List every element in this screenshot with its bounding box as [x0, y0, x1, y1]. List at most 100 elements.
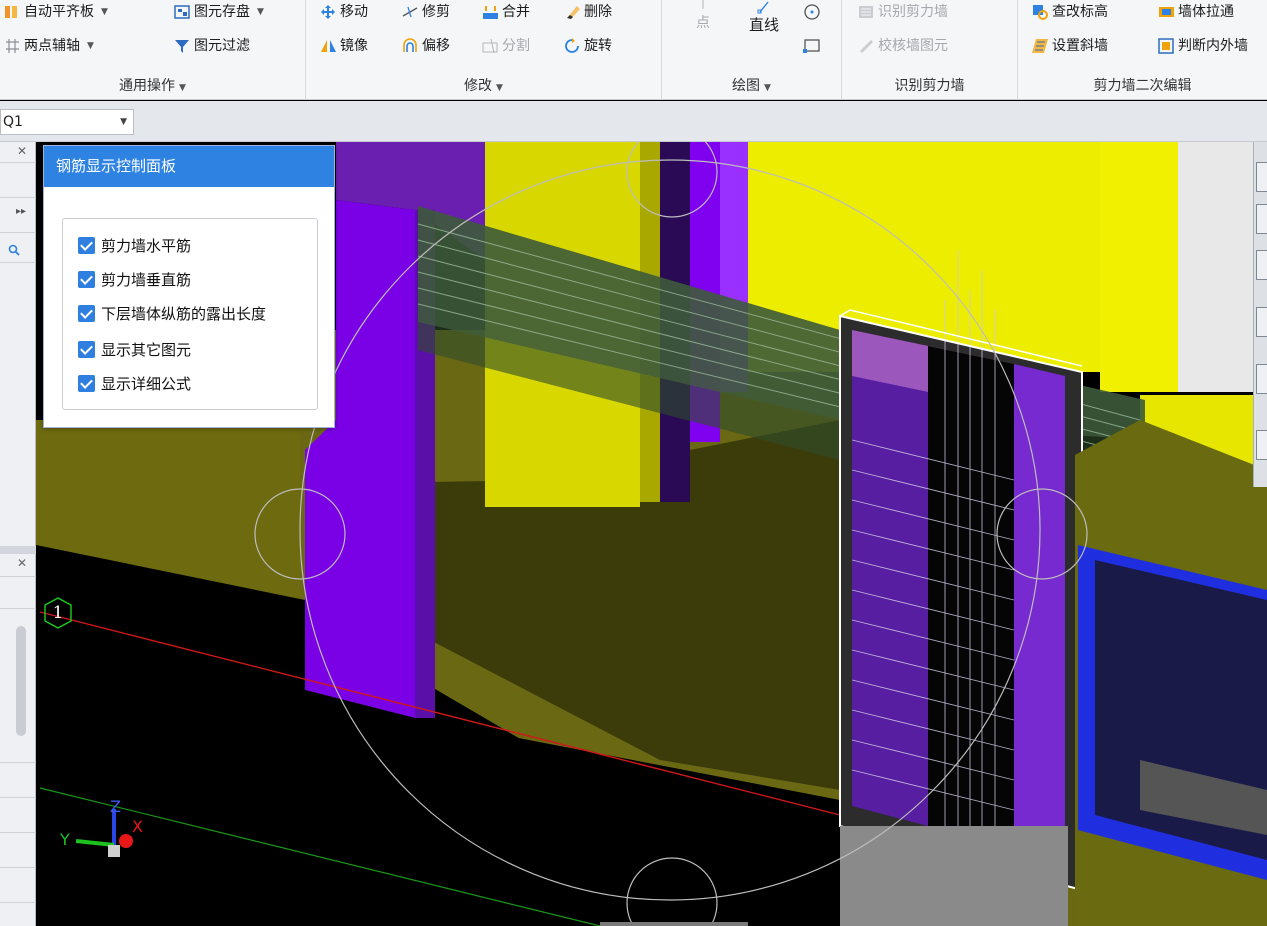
layer-select[interactable]: Q1 ▼: [0, 109, 134, 135]
line-icon: [757, 1, 769, 14]
view-tool-button[interactable]: [1256, 430, 1267, 460]
divider: [0, 608, 36, 609]
chevron-down-icon: ▼: [257, 7, 264, 17]
option-show-detailed-formula[interactable]: 显示详细公式: [78, 372, 191, 394]
option-horizontal-rebar[interactable]: 剪力墙水平筋: [78, 234, 191, 256]
checkbox-checked[interactable]: [78, 304, 95, 322]
rectangle-icon: [803, 39, 820, 53]
axis-z-label: Z: [110, 797, 121, 816]
rectangle-draw-button[interactable]: [802, 36, 822, 56]
chevron-down-icon: ▼: [496, 83, 503, 93]
move-button[interactable]: 移动: [320, 1, 368, 23]
search-icon[interactable]: [8, 244, 20, 260]
wall-stretch-icon: [1158, 4, 1175, 20]
identify-wall-label: 识别剪力墙: [878, 4, 948, 20]
close-icon[interactable]: ✕: [17, 144, 27, 158]
rebar-options-box: 剪力墙水平筋 剪力墙垂直筋 下层墙体纵筋的露出长度 显示其它图元 显示详细公式: [62, 218, 318, 410]
rebar-panel-title: 钢筋显示控制面板: [44, 146, 334, 187]
rotate-icon: [564, 38, 581, 54]
two-point-axis-label: 两点辅轴: [24, 38, 80, 54]
chevron-down-icon: ▼: [179, 83, 186, 93]
auto-align-button[interactable]: 自动平齐板 ▼: [4, 1, 108, 23]
element-filter-button[interactable]: 图元过滤: [174, 35, 250, 57]
group-modify-text: 修改: [464, 78, 493, 94]
axis-number: 1: [52, 603, 64, 623]
point-label: 点: [696, 15, 710, 31]
option-label: 剪力墙水平筋: [101, 236, 192, 255]
merge-icon: [482, 4, 499, 20]
group-identify: 识别剪力墙 校核墙图元 识别剪力墙: [842, 0, 1018, 100]
axis-number-marker: 1: [42, 597, 74, 629]
rotate-button[interactable]: 旋转: [564, 35, 612, 57]
two-point-axis-button[interactable]: 两点辅轴 ▼: [4, 35, 94, 57]
group-identify-text: 识别剪力墙: [894, 78, 965, 94]
group-edit2: 查改标高 墙体拉通 设置斜墙 判断内外墙 剪力墙二次编辑: [1018, 0, 1267, 100]
check-wall-button[interactable]: 校核墙图元: [858, 35, 948, 57]
line-button[interactable]: 直线: [742, 0, 786, 42]
trim-button[interactable]: 修剪: [402, 1, 450, 23]
split-button[interactable]: 分割: [482, 35, 530, 57]
option-show-other-elements[interactable]: 显示其它图元: [78, 338, 191, 360]
eraser-icon: [564, 4, 581, 20]
check-elevation-button[interactable]: 查改标高: [1032, 1, 1108, 23]
group-general-text: 通用操作: [119, 78, 176, 94]
checkbox-checked[interactable]: [78, 374, 95, 392]
circle-draw-button[interactable]: [802, 2, 822, 22]
offset-button[interactable]: 偏移: [402, 35, 450, 57]
checkbox-checked[interactable]: [78, 340, 95, 358]
divider: [0, 232, 36, 233]
save-element-button[interactable]: 图元存盘 ▼: [174, 1, 264, 23]
group-general-label[interactable]: 通用操作 ▼: [0, 76, 305, 96]
delete-button[interactable]: 删除: [564, 1, 612, 23]
save-element-icon: [174, 4, 191, 20]
view-tool-button[interactable]: [1256, 307, 1267, 337]
chevron-down-icon: ▼: [87, 41, 94, 51]
close-icon[interactable]: ✕: [17, 556, 27, 570]
element-filter-label: 图元过滤: [194, 38, 250, 54]
set-slope-wall-button[interactable]: 设置斜墙: [1032, 35, 1108, 57]
view-tool-button[interactable]: [1256, 204, 1267, 234]
chevron-down-icon: ▼: [120, 117, 127, 127]
merge-label: 合并: [502, 4, 530, 20]
expand-icon[interactable]: ▸▸: [16, 206, 26, 217]
view-tool-button[interactable]: [1256, 250, 1267, 280]
auto-align-label: 自动平齐板: [24, 4, 94, 20]
panel-splitter[interactable]: [0, 546, 36, 554]
wall-stretch-button[interactable]: 墙体拉通: [1158, 1, 1234, 23]
merge-button[interactable]: 合并: [482, 1, 530, 23]
circle-icon: [804, 4, 820, 20]
group-draw-label[interactable]: 绘图 ▼: [662, 76, 841, 96]
elevation-icon: [1032, 4, 1049, 20]
wall-stretch-label: 墙体拉通: [1178, 4, 1234, 20]
checkbox-checked[interactable]: [78, 236, 95, 254]
point-button[interactable]: 点: [688, 0, 718, 42]
divider: [0, 762, 36, 763]
set-slope-wall-label: 设置斜墙: [1052, 38, 1108, 54]
divider: [0, 197, 36, 198]
left-side-panel: ✕ ▸▸ ✕: [0, 142, 36, 926]
option-lower-wall-exposed-length[interactable]: 下层墙体纵筋的露出长度: [78, 302, 266, 324]
option-vertical-rebar[interactable]: 剪力墙垂直筋: [78, 268, 191, 290]
axis-icon: [4, 38, 21, 54]
option-label: 下层墙体纵筋的露出长度: [101, 304, 267, 323]
axis-y-label: Y: [60, 830, 70, 849]
view-tool-button[interactable]: [1256, 364, 1267, 394]
divider: [0, 262, 36, 263]
mirror-button[interactable]: 镜像: [320, 35, 368, 57]
layer-select-value: Q1: [3, 114, 23, 130]
group-draw: 点 直线 绘图 ▼: [662, 0, 842, 100]
checkbox-checked[interactable]: [78, 270, 95, 288]
divider: [0, 576, 36, 577]
move-icon: [320, 4, 337, 20]
group-edit2-label: 剪力墙二次编辑: [1018, 76, 1267, 96]
judge-inner-outer-button[interactable]: 判断内外墙: [1158, 35, 1248, 57]
rebar-display-panel: 钢筋显示控制面板 剪力墙水平筋 剪力墙垂直筋 下层墙体纵筋的露出长度 显示其它图…: [43, 145, 335, 428]
trim-label: 修剪: [422, 4, 450, 20]
view-tool-button[interactable]: [1256, 162, 1267, 192]
option-label: 显示其它图元: [101, 340, 192, 359]
group-modify: 移动 修剪 合并 删除 镜像 偏移 分割 旋转 修改 ▼: [306, 0, 662, 100]
group-modify-label[interactable]: 修改 ▼: [306, 76, 661, 96]
identify-wall-button[interactable]: 识别剪力墙: [858, 1, 948, 23]
scrollbar-thumb[interactable]: [16, 626, 26, 736]
delete-label: 删除: [584, 4, 612, 20]
